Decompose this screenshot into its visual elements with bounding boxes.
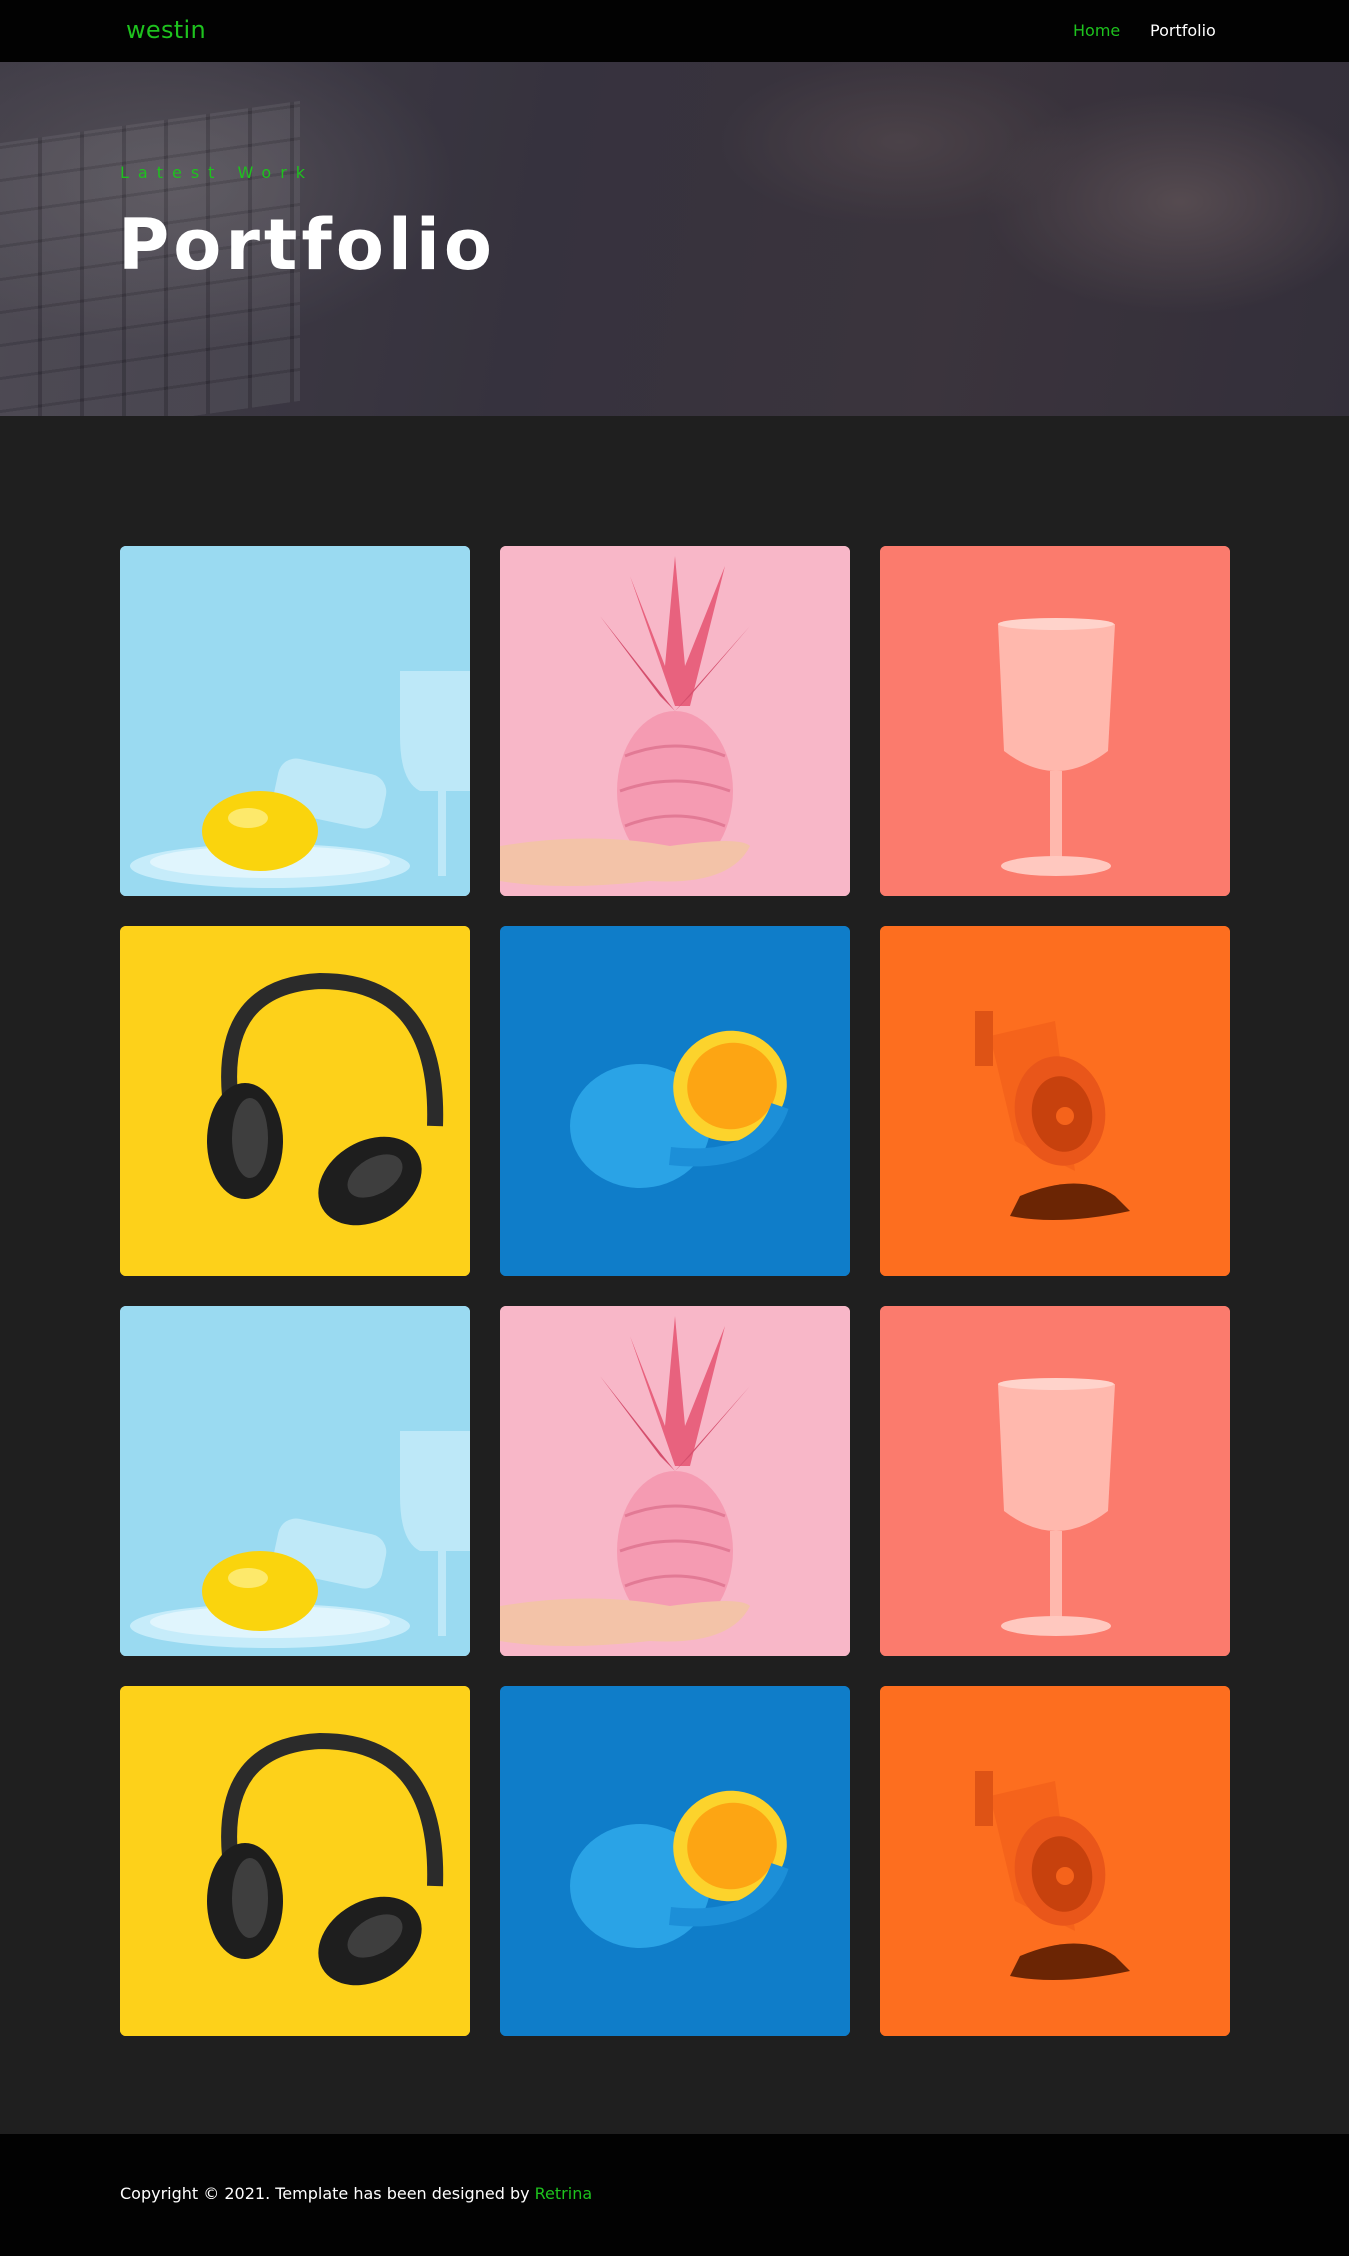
portfolio-item-blue-orange[interactable] [500,1686,850,2036]
pink-wine-glass-image [880,1306,1230,1656]
portfolio-item-blue-orange[interactable] [500,926,850,1276]
page-title: Portfolio [118,204,497,286]
black-headphones-image [120,926,470,1276]
black-headphones-image [120,1686,470,2036]
portfolio-item-lemon-and-glass[interactable] [120,546,470,896]
portfolio-item-pink-wine-glass[interactable] [880,546,1230,896]
site-logo[interactable]: westin [126,16,206,44]
hero-banner: Latest Work Portfolio [0,62,1349,416]
blue-orange-image [500,1686,850,2036]
portfolio-item-black-headphones[interactable] [120,1686,470,2036]
portfolio-item-orange-megaphone[interactable] [880,1686,1230,2036]
portfolio-item-orange-megaphone[interactable] [880,926,1230,1276]
portfolio-item-pink-pineapple[interactable] [500,1306,850,1656]
nav-link-portfolio[interactable]: Portfolio [1150,21,1216,40]
top-navbar: westin Home Portfolio [0,0,1349,62]
portfolio-item-black-headphones[interactable] [120,926,470,1276]
lemon-and-glass-image [120,1306,470,1656]
pink-pineapple-image [500,546,850,896]
lemon-and-glass-image [120,546,470,896]
pink-pineapple-image [500,1306,850,1656]
portfolio-item-pink-pineapple[interactable] [500,546,850,896]
designer-link[interactable]: Retrina [535,2184,592,2203]
hero-eyebrow: Latest Work [120,163,315,182]
copyright-prefix: Copyright © 2021. Template has been desi… [120,2184,535,2203]
portfolio-item-pink-wine-glass[interactable] [880,1306,1230,1656]
portfolio-item-lemon-and-glass[interactable] [120,1306,470,1656]
nav-link-home[interactable]: Home [1073,21,1120,40]
orange-megaphone-image [880,1686,1230,2036]
orange-megaphone-image [880,926,1230,1276]
site-footer: Copyright © 2021. Template has been desi… [0,2134,1349,2256]
copyright-text: Copyright © 2021. Template has been desi… [120,2184,592,2203]
pink-wine-glass-image [880,546,1230,896]
blue-orange-image [500,926,850,1276]
portfolio-gallery [0,416,1349,2134]
